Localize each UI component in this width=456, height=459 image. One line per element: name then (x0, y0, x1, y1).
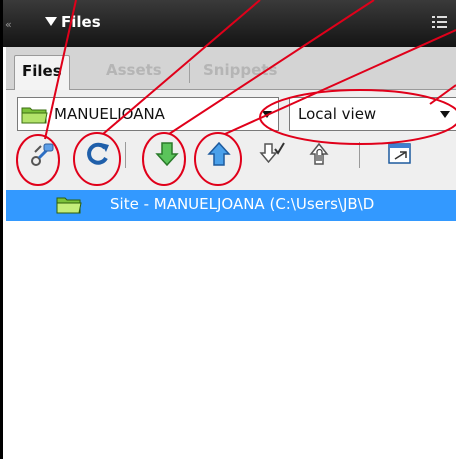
tab-divider (189, 63, 190, 83)
chevron-down-icon (262, 111, 272, 118)
chevron-down-icon (440, 111, 450, 118)
refresh-icon[interactable] (84, 140, 112, 168)
folder-icon (56, 197, 82, 214)
file-list: Site - MANUELJOANA (C:\Users\JB\D (6, 190, 456, 459)
panel-tabs: Files Assets Snippets (6, 47, 456, 90)
site-root-label: Site - MANUELJOANA (C:\Users\JB\D (110, 195, 375, 213)
list-item[interactable]: Site - MANUELJOANA (C:\Users\JB\D (6, 190, 456, 221)
expand-panel-icon[interactable] (386, 140, 414, 168)
panel-title-bar[interactable]: « Files (3, 0, 456, 47)
collapse-grip-icon[interactable]: « (5, 19, 12, 30)
tab-snippets[interactable]: Snippets (203, 55, 277, 89)
tab-files[interactable]: Files (14, 55, 70, 90)
toolbar-divider (359, 142, 360, 168)
put-files-icon[interactable] (205, 140, 233, 168)
view-select-value: Local view (298, 105, 377, 123)
files-toolbar: MANUELJOANA Local view (6, 90, 456, 190)
site-select-value: MANUELJOANA (54, 105, 165, 123)
panel-title: Files (61, 13, 101, 31)
panel-options-menu-icon[interactable] (431, 13, 451, 31)
view-select[interactable]: Local view (289, 97, 456, 131)
folder-icon (21, 107, 48, 124)
check-out-icon[interactable] (259, 140, 287, 168)
get-files-icon[interactable] (153, 140, 181, 168)
connect-icon[interactable] (29, 140, 57, 168)
files-panel: « Files Files Assets Snippets MANUELJOAN… (0, 0, 456, 459)
site-select[interactable]: MANUELJOANA (17, 97, 279, 131)
toolbar-divider (125, 142, 126, 168)
check-in-icon[interactable] (305, 140, 333, 168)
collapse-triangle-icon[interactable] (45, 17, 57, 26)
tab-assets[interactable]: Assets (106, 55, 162, 89)
